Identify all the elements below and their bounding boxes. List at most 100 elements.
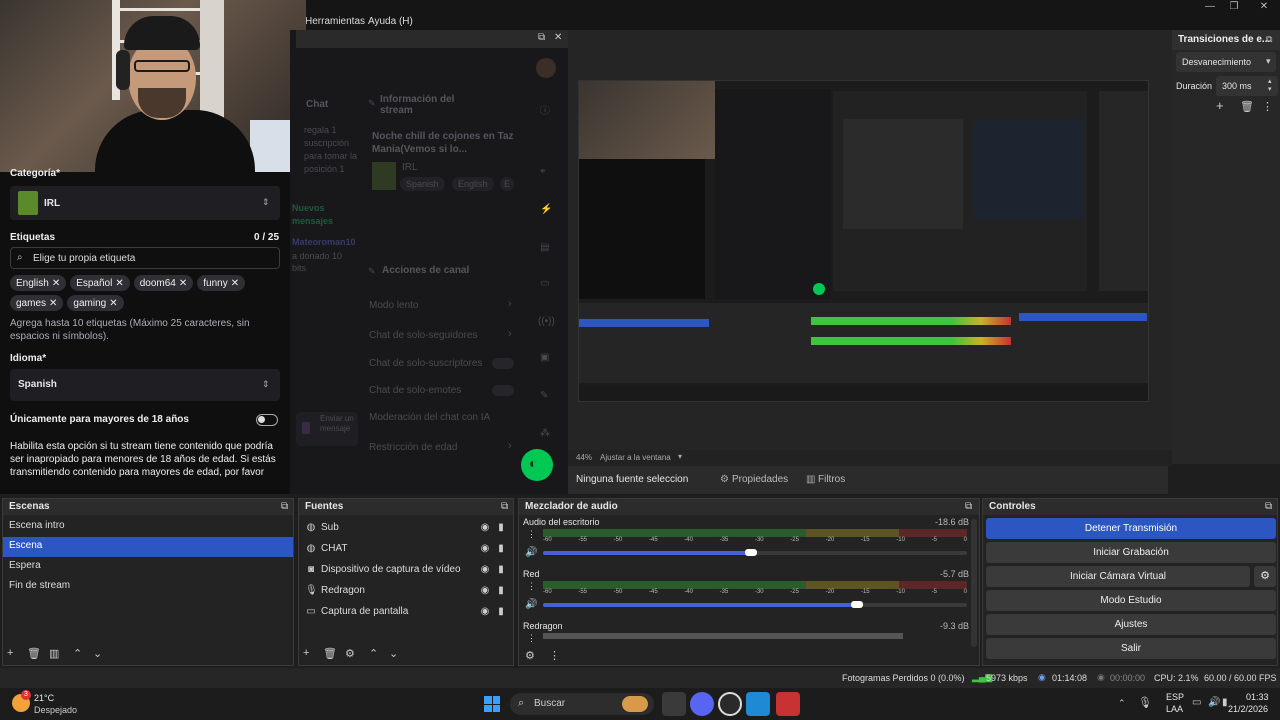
language-select[interactable]: Spanish ⇕	[10, 369, 280, 401]
trash-icon[interactable]: 🗑	[1240, 100, 1254, 113]
scene-item[interactable]: Escena intro	[3, 517, 293, 537]
task-view-icon[interactable]	[662, 692, 686, 716]
avatar[interactable]	[536, 58, 556, 78]
mature-toggle[interactable]	[256, 414, 278, 426]
wrench-icon[interactable]: ✎	[540, 390, 548, 401]
action-subs-only[interactable]: Chat de solo-suscriptores	[369, 358, 482, 369]
network-icon[interactable]: ▭	[1192, 697, 1201, 708]
menu-herramientas[interactable]: Herramientas	[305, 16, 365, 27]
volume-knob[interactable]	[850, 601, 863, 608]
chevron-down-icon[interactable]: ▾	[678, 452, 682, 461]
trash-icon[interactable]: 🗑	[27, 647, 41, 660]
float-dock-icon[interactable]: ⧉	[538, 32, 545, 43]
move-down-icon[interactable]: ⌄	[389, 647, 398, 660]
action-emotes-only[interactable]: Chat de solo-emotes	[369, 385, 461, 396]
tag-chip[interactable]: funny ✕	[197, 275, 246, 291]
scene-item[interactable]: Fin de stream	[3, 577, 293, 597]
eye-icon[interactable]: ◉	[479, 522, 491, 533]
tag-chip[interactable]: gaming ✕	[67, 295, 124, 311]
lock-icon[interactable]: ▮	[495, 585, 507, 596]
close-icon[interactable]: ✕	[1250, 0, 1278, 14]
emotes-only-toggle[interactable]	[492, 385, 514, 396]
filter-icon[interactable]: ▥	[806, 474, 815, 485]
source-item[interactable]: 🎙 Redragon ◉ ▮	[299, 580, 513, 601]
source-item[interactable]: ◙ Dispositivo de captura de vídeo ◉ ▮	[299, 559, 513, 580]
keyboard-lang[interactable]: ESP	[1166, 692, 1184, 702]
lock-icon[interactable]: ▮	[495, 606, 507, 617]
gear-icon[interactable]: ⚙	[720, 474, 729, 485]
lock-icon[interactable]: ▮	[495, 543, 507, 554]
discord-icon[interactable]	[690, 692, 714, 716]
trash-icon[interactable]: 🗑	[323, 647, 337, 660]
windows-start-icon[interactable]	[484, 696, 500, 712]
more-icon[interactable]: ⋮	[1262, 100, 1273, 113]
tag-chip[interactable]: Español ✕	[70, 275, 130, 291]
studio-mode-button[interactable]: Modo Estudio	[986, 590, 1276, 611]
source-item[interactable]: ◍ Sub ◉ ▮	[299, 517, 513, 538]
gear-icon[interactable]: ⚙	[345, 647, 355, 660]
more-icon[interactable]: ⋮	[549, 649, 560, 662]
more-icon[interactable]: ⋮	[527, 529, 536, 540]
volume-slider[interactable]	[543, 601, 967, 608]
more-icon[interactable]: ⋮	[527, 633, 536, 644]
maximize-icon[interactable]: ❐	[1220, 0, 1248, 14]
tags-input[interactable]: ⌕ Elige tu propia etiqueta	[10, 247, 280, 269]
more-icon[interactable]: ⋮	[527, 581, 536, 592]
settings-button[interactable]: Ajustes	[986, 614, 1276, 635]
green-action-button[interactable]: ◐	[521, 449, 553, 481]
send-message-input[interactable]: Enviar un mensaje	[296, 412, 358, 446]
add-icon[interactable]: +	[1216, 98, 1224, 113]
mixer-scrollbar[interactable]	[971, 519, 977, 647]
app-icon[interactable]	[746, 692, 770, 716]
action-slow-mode[interactable]: Modo lento	[369, 300, 418, 311]
clock-date[interactable]: 21/2/2026	[1228, 704, 1268, 714]
float-dock-icon[interactable]: ⧉	[1266, 34, 1272, 45]
new-messages-label[interactable]: Nuevos mensajes	[292, 202, 358, 228]
menu-ayuda[interactable]: Ayuda (H)	[368, 16, 413, 27]
scene-item[interactable]: Espera	[3, 557, 293, 577]
volume-knob[interactable]	[744, 549, 757, 556]
volume-slider[interactable]	[543, 549, 967, 556]
subs-only-toggle[interactable]	[492, 358, 514, 369]
add-icon[interactable]: +	[7, 647, 13, 659]
spinner-icon[interactable]: ▴ ▾	[1268, 78, 1272, 94]
app-icon-red[interactable]	[776, 692, 800, 716]
transition-select[interactable]: Desvanecimiento ▾	[1176, 52, 1276, 72]
eye-icon[interactable]: ◉	[479, 564, 491, 575]
microphone-icon[interactable]: 🎙	[1138, 696, 1152, 709]
exit-button[interactable]: Salir	[986, 638, 1276, 659]
capture-icon[interactable]: ⌖	[540, 166, 546, 177]
chat-bubble-icon[interactable]: ▭	[540, 278, 549, 289]
float-dock-icon[interactable]: ⧉	[281, 501, 288, 512]
speaker-icon[interactable]: 🔊	[525, 547, 537, 558]
start-recording-button[interactable]: Iniciar Grabación	[986, 542, 1276, 563]
filter-icon[interactable]: ▥	[49, 647, 59, 660]
action-ai-moderation[interactable]: Moderación del chat con IA	[369, 412, 490, 423]
preview-canvas[interactable]	[578, 80, 1149, 402]
lock-icon[interactable]: ▮	[495, 522, 507, 533]
battery-icon[interactable]: ▮	[1222, 697, 1228, 708]
float-dock-icon[interactable]: ⧉	[501, 501, 508, 512]
eye-icon[interactable]: ◉	[479, 606, 491, 617]
duration-input[interactable]: 300 ms ▴ ▾	[1216, 76, 1278, 96]
move-up-icon[interactable]: ⌃	[73, 647, 82, 660]
eye-icon[interactable]: ◉	[479, 543, 491, 554]
broadcast-icon[interactable]: ((•))	[538, 316, 555, 327]
gear-icon[interactable]: ⚙	[1254, 566, 1276, 587]
stop-streaming-button[interactable]: Detener Transmisión	[986, 518, 1276, 539]
float-dock-icon[interactable]: ⧉	[1265, 501, 1272, 512]
properties-button[interactable]: Propiedades	[732, 474, 788, 485]
move-up-icon[interactable]: ⌃	[369, 647, 378, 660]
tag-chip[interactable]: doom64 ✕	[133, 275, 194, 291]
start-virtual-camera-button[interactable]: Iniciar Cámara Virtual	[986, 566, 1250, 587]
volume-icon[interactable]: 🔊	[1208, 697, 1220, 708]
video-icon[interactable]: ▣	[540, 352, 549, 363]
extensions-icon[interactable]: ⁂	[540, 428, 550, 439]
action-followers-only[interactable]: Chat de solo-seguidores	[369, 330, 477, 341]
info-icon[interactable]: ⓘ	[540, 102, 550, 117]
source-item[interactable]: ◍ CHAT ◉ ▮	[299, 538, 513, 559]
filters-button[interactable]: Filtros	[818, 474, 845, 485]
scene-item-selected[interactable]: Escena	[3, 537, 293, 557]
action-age-restriction[interactable]: Restricción de edad	[369, 442, 457, 453]
tag-chip[interactable]: English ✕	[10, 275, 67, 291]
